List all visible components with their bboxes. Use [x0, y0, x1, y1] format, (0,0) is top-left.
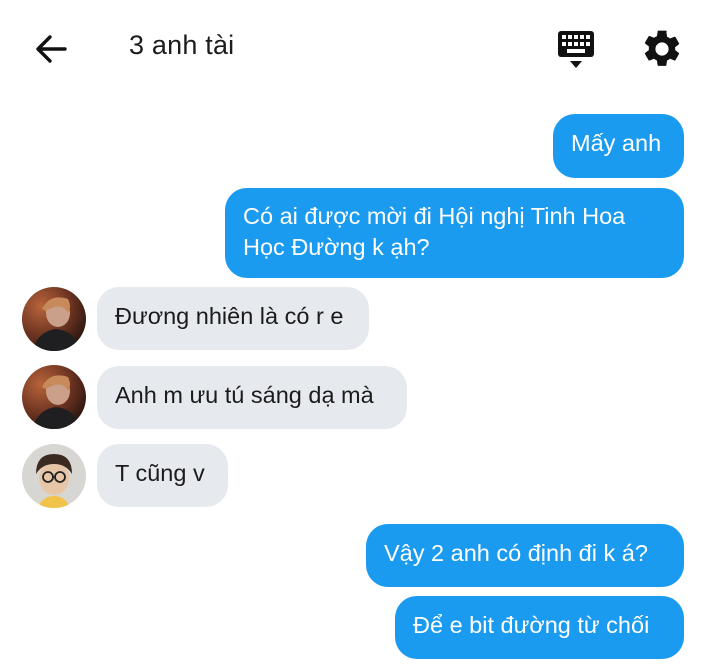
message-text: Để e bit đường từ chối	[413, 612, 650, 638]
message-bubble-incoming[interactable]: Đương nhiên là có r e	[97, 287, 369, 350]
gear-icon	[644, 30, 680, 66]
settings-button[interactable]	[640, 27, 684, 71]
avatar-photo-icon	[22, 287, 86, 351]
message-bubble-outgoing[interactable]: Mấy anh	[553, 114, 684, 178]
avatar-photo-icon	[22, 365, 86, 429]
message-bubble-outgoing[interactable]: Có ai được mời đi Hội nghị Tinh Hoa Học …	[225, 188, 684, 278]
message-bubble-outgoing[interactable]: Vậy 2 anh có định đi k á?	[366, 524, 684, 587]
avatar[interactable]	[22, 287, 86, 351]
avatar[interactable]	[22, 444, 86, 508]
message-text: T cũng v	[115, 460, 205, 486]
message-text-line: Có ai được mời đi Hội nghị Tinh Hoa	[243, 203, 626, 229]
message-text: Vậy 2 anh có định đi k á?	[384, 540, 648, 566]
message-bubble-outgoing[interactable]: Để e bit đường từ chối	[395, 596, 684, 659]
arrow-left-icon	[36, 35, 67, 63]
message-bubble-incoming[interactable]: T cũng v	[97, 444, 228, 507]
message-text-line: Học Đường k ạh?	[243, 234, 430, 260]
message-text: Anh m ưu tú sáng dạ mà	[115, 382, 374, 408]
keyboard-button[interactable]	[554, 27, 598, 73]
avatar[interactable]	[22, 365, 86, 429]
message-bubble-incoming[interactable]: Anh m ưu tú sáng dạ mà	[97, 366, 407, 429]
avatar-photo-icon	[22, 444, 86, 508]
chat-title: 3 anh tài	[129, 30, 235, 60]
message-text: Đương nhiên là có r e	[115, 303, 344, 329]
message-text: Mấy anh	[571, 130, 662, 156]
chat-header: 3 anh tài	[0, 0, 706, 100]
keyboard-icon	[558, 31, 594, 68]
back-button[interactable]	[30, 28, 72, 70]
